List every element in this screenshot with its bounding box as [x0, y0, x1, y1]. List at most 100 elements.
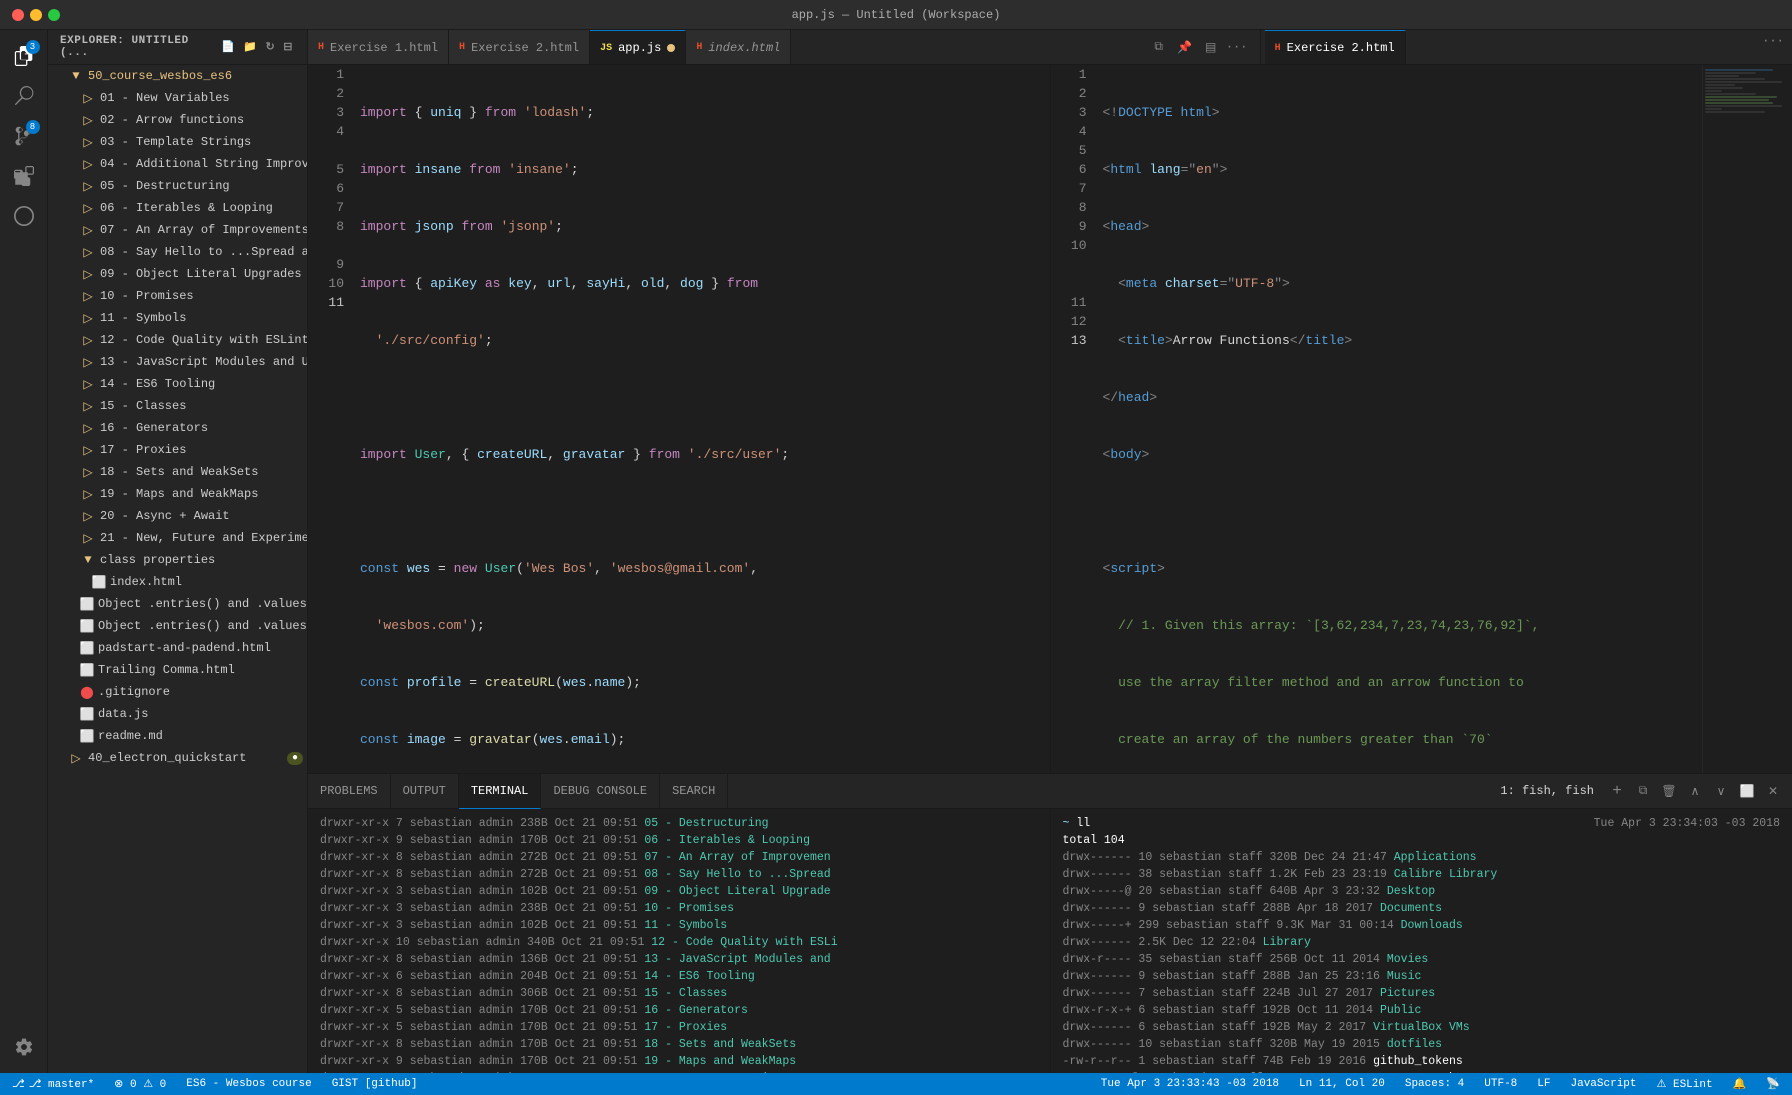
- new-folder-icon[interactable]: 📁: [241, 38, 259, 56]
- remote-icon[interactable]: [6, 198, 42, 234]
- spaces-label: Spaces: 4: [1405, 1078, 1464, 1090]
- terminal-add-button[interactable]: +: [1606, 780, 1628, 802]
- sidebar-item-15[interactable]: ▷ 15 - Classes: [48, 395, 307, 417]
- collapse-icon[interactable]: ⊟: [281, 38, 295, 56]
- view-options-button[interactable]: ▤: [1200, 36, 1222, 58]
- line-num: 3: [1051, 103, 1087, 122]
- code-content-left[interactable]: import { uniq } from 'lodash'; import in…: [356, 65, 1050, 773]
- maximize-button[interactable]: [48, 9, 60, 21]
- tab-indexhtml[interactable]: H index.html: [686, 30, 791, 65]
- sidebar-item-11[interactable]: ▷ 11 - Symbols: [48, 307, 307, 329]
- explorer-icon[interactable]: 3: [6, 38, 42, 74]
- left-editor-content[interactable]: 1 2 3 4 5 6 7 8 9 10 11: [308, 65, 1050, 773]
- right-pane-more-button[interactable]: ···: [1762, 30, 1784, 52]
- status-broadcast[interactable]: 📡: [1762, 1073, 1784, 1095]
- sidebar-item-object-entries[interactable]: ⬜ Object .entries() and .values().html: [48, 593, 307, 615]
- tab-search[interactable]: SEARCH: [660, 774, 728, 809]
- sidebar-item-padstart[interactable]: ⬜ padstart-and-padend.html: [48, 637, 307, 659]
- language-label: JavaScript: [1571, 1078, 1637, 1090]
- sidebar-item-12[interactable]: ▷ 12 - Code Quality with ESLint: [48, 329, 307, 351]
- pin-button[interactable]: 📌: [1174, 36, 1196, 58]
- sidebar-item-10[interactable]: ▷ 10 - Promises: [48, 285, 307, 307]
- sidebar-item-03[interactable]: ▷ 03 - Template Strings: [48, 131, 307, 153]
- tab-exercise2-right[interactable]: H Exercise 2.html: [1265, 30, 1406, 65]
- terminal-left-pane[interactable]: drwxr-xr-x 7 sebastian admin 238B Oct 21…: [308, 809, 1051, 1073]
- status-errors[interactable]: ⊗ 0 ⚠ 0: [110, 1073, 170, 1095]
- terminal-trash-button[interactable]: 🗑: [1658, 780, 1680, 802]
- tab-exercise1[interactable]: H Exercise 1.html: [308, 30, 449, 65]
- split-editor-button[interactable]: ⧉: [1148, 36, 1170, 58]
- sidebar-item-20[interactable]: ▷ 20 - Async + Await: [48, 505, 307, 527]
- sidebar-item-40electron[interactable]: ▷ 40_electron_quickstart ●: [48, 747, 307, 769]
- terminal-split-button[interactable]: ⧉: [1632, 780, 1654, 802]
- search-icon[interactable]: [6, 78, 42, 114]
- minimize-button[interactable]: [30, 9, 42, 21]
- status-path[interactable]: ES6 - Wesbos course: [182, 1073, 315, 1095]
- status-notifications[interactable]: 🔔: [1729, 1073, 1751, 1095]
- source-control-icon[interactable]: 8: [6, 118, 42, 154]
- sidebar-item-gitignore[interactable]: ⬤ .gitignore: [48, 681, 307, 703]
- sidebar-item-19[interactable]: ▷ 19 - Maps and WeakMaps: [48, 483, 307, 505]
- sidebar-item-02[interactable]: ▷ 02 - Arrow functions: [48, 109, 307, 131]
- sidebar-item-index-html[interactable]: ⬜ index.html: [48, 571, 307, 593]
- code-content-right[interactable]: <!DOCTYPE html> <html lang="en"> <head> …: [1099, 65, 1703, 773]
- status-eol[interactable]: LF: [1533, 1073, 1554, 1095]
- sidebar-item-16[interactable]: ▷ 16 - Generators: [48, 417, 307, 439]
- tab-icon-html: H: [696, 42, 702, 53]
- refresh-icon[interactable]: ↻: [263, 38, 277, 56]
- tab-debug-console[interactable]: DEBUG CONSOLE: [541, 774, 660, 809]
- sidebar-item-17[interactable]: ▷ 17 - Proxies: [48, 439, 307, 461]
- sidebar-item-datajs[interactable]: ⬜ data.js: [48, 703, 307, 725]
- sidebar-item-08[interactable]: ▷ 08 - Say Hello to ...Spread and ...Res…: [48, 241, 307, 263]
- sidebar-item-01[interactable]: ▷ 01 - New Variables: [48, 87, 307, 109]
- sidebar-item-class-properties[interactable]: ▼ class properties: [48, 549, 307, 571]
- sidebar-item-07[interactable]: ▷ 07 - An Array of Improvements: [48, 219, 307, 241]
- status-language[interactable]: JavaScript: [1567, 1073, 1641, 1095]
- sidebar-item-04[interactable]: ▷ 04 - Additional String Improvements: [48, 153, 307, 175]
- code-line: <meta charset="UTF-8">: [1103, 274, 1703, 293]
- status-cursor[interactable]: Ln 11, Col 20: [1295, 1073, 1389, 1095]
- tab-output[interactable]: OUTPUT: [391, 774, 459, 809]
- sidebar-item-06[interactable]: ▷ 06 - Iterables & Looping: [48, 197, 307, 219]
- sidebar-item-18[interactable]: ▷ 18 - Sets and WeakSets: [48, 461, 307, 483]
- more-actions-button[interactable]: ···: [1226, 36, 1248, 58]
- sidebar-item-21[interactable]: ▷ 21 - New, Future and Experimental Lan.…: [48, 527, 307, 549]
- tab-exercise2[interactable]: H Exercise 2.html: [449, 30, 590, 65]
- right-editor-content[interactable]: 1 2 3 4 5 6 7 8 9 10 11 12 13: [1051, 65, 1792, 773]
- status-encoding[interactable]: UTF-8: [1480, 1073, 1521, 1095]
- sidebar-item-object-entries-sta[interactable]: ⬜ Object .entries() and .values() - STA.…: [48, 615, 307, 637]
- tab-appjs[interactable]: JS app.js: [590, 30, 686, 65]
- minimap-line: [1705, 75, 1739, 77]
- terminal-close-button[interactable]: ✕: [1762, 780, 1784, 802]
- terminal-scroll-up-button[interactable]: ∧: [1684, 780, 1706, 802]
- sidebar-item-trailing[interactable]: ⬜ Trailing Comma.html: [48, 659, 307, 681]
- editor-area: H Exercise 1.html H Exercise 2.html JS a…: [308, 30, 1792, 1073]
- terminal-line: drwxr-xr-x 9 sebastian admin 170B Oct 21…: [320, 1053, 1038, 1070]
- status-eslint[interactable]: ⚠ ESLint: [1653, 1073, 1717, 1095]
- tab-problems[interactable]: PROBLEMS: [308, 774, 391, 809]
- status-gist[interactable]: GIST [github]: [328, 1073, 422, 1095]
- sidebar-item-13[interactable]: ▷ 13 - JavaScript Modules and Using npm: [48, 351, 307, 373]
- new-file-icon[interactable]: 📄: [219, 38, 237, 56]
- sidebar-item-09[interactable]: ▷ 09 - Object Literal Upgrades: [48, 263, 307, 285]
- left-editor-pane: 1 2 3 4 5 6 7 8 9 10 11: [308, 65, 1051, 773]
- status-git-branch[interactable]: ⎇ ⎇ master*: [8, 1073, 98, 1095]
- terminal-line: drwxr-xr-x 8 sebastian admin 272B Oct 21…: [320, 866, 1038, 883]
- extensions-icon[interactable]: [6, 158, 42, 194]
- sidebar-item-14[interactable]: ▷ 14 - ES6 Tooling: [48, 373, 307, 395]
- sidebar-item-05[interactable]: ▷ 05 - Destructuring: [48, 175, 307, 197]
- status-spaces[interactable]: Spaces: 4: [1401, 1073, 1468, 1095]
- terminal-maximize-button[interactable]: ⬜: [1736, 780, 1758, 802]
- sidebar-item-readme[interactable]: ⬜ readme.md: [48, 725, 307, 747]
- close-button[interactable]: [12, 9, 24, 21]
- terminal-right-pane[interactable]: ~ ll Tue Apr 3 23:34:03 -03 2018 total 1…: [1051, 809, 1792, 1073]
- tab-icon-html: H: [318, 42, 324, 53]
- tab-terminal[interactable]: TERMINAL: [459, 774, 542, 809]
- folder-closed-icon: ▷: [80, 90, 96, 106]
- terminal-scroll-down-button[interactable]: ∨: [1710, 780, 1732, 802]
- sidebar-item-50course[interactable]: ▼ 50_course_wesbos_es6: [48, 65, 307, 87]
- terminal-line: drwx-----@ 20 sebastian staff 640B Apr 3…: [1063, 883, 1781, 900]
- terminal-fish-selector[interactable]: 1: fish, fish: [1492, 780, 1602, 802]
- minimap-line: [1705, 102, 1773, 104]
- settings-icon[interactable]: [6, 1029, 42, 1065]
